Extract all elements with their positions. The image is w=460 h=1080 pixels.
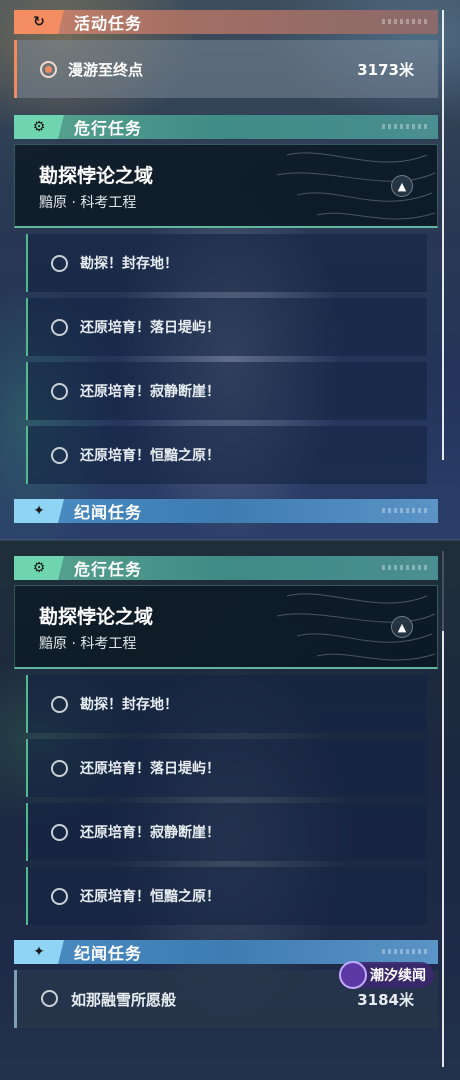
section-title: 危行任务 (74, 560, 143, 579)
scrollbar-thumb[interactable] (442, 631, 444, 1067)
subtask-row[interactable]: 还原培育！恒黯之原！ (26, 426, 427, 484)
header-decoration (382, 949, 430, 954)
scrollbar-thumb[interactable] (442, 10, 444, 460)
subtask-row[interactable]: 还原培育！落日堤屿！ (26, 298, 427, 356)
subtask-label: 还原培育！落日堤屿！ (80, 761, 220, 777)
refresh-icon: ↻ (14, 10, 64, 34)
subtask-ring-icon (51, 446, 68, 464)
danger-mission-card[interactable]: 勘探悖论之域 黯原 · 科考工程 ▲ (14, 585, 438, 669)
quest-distance: 3173米 (357, 60, 414, 79)
quest-distance: 3184米 (357, 991, 414, 1009)
mission-title: 勘探悖论之域 (39, 606, 154, 628)
mission-subtitle: 黯原 · 科考工程 (39, 636, 137, 652)
danger-mission-card[interactable]: 勘探悖论之域 黯原 · 科考工程 ▲ (14, 144, 438, 228)
subtask-label: 还原培育！寂静断崖！ (80, 825, 220, 841)
subtask-ring-icon (51, 254, 68, 272)
section-title: 纪闻任务 (74, 944, 143, 963)
gear-eye-icon: ⚙ (14, 115, 64, 139)
subtask-ring-icon (51, 823, 68, 841)
chronicle-quests-header[interactable]: ✦ 纪闻任务 (14, 940, 438, 964)
subtask-label: 还原培育！恒黯之原！ (80, 448, 220, 464)
tracked-radio-icon[interactable] (40, 60, 57, 78)
subtask-ring-icon (51, 695, 68, 713)
scrollbar-track[interactable] (442, 551, 444, 1067)
active-quests-header[interactable]: ↻ 活动任务 (14, 10, 438, 34)
quest-name: 漫游至终点 (68, 60, 144, 79)
subtask-row[interactable]: 还原培育！寂静断崖！ (26, 362, 427, 420)
header-decoration (382, 565, 430, 570)
subtask-ring-icon (51, 382, 68, 400)
track-pin-icon[interactable]: ▲ (391, 616, 413, 638)
subtask-label: 勘探！封存地！ (80, 697, 178, 713)
quest-ring-icon[interactable] (41, 990, 58, 1007)
section-title: 活动任务 (74, 14, 143, 33)
quest-name: 如那融雪所愿般 (71, 991, 177, 1009)
subtask-label: 还原培育！落日堤屿！ (80, 320, 220, 336)
header-decoration (382, 19, 430, 24)
scrollbar-track[interactable] (442, 10, 444, 460)
header-decoration (382, 124, 430, 129)
gear-eye-icon: ⚙ (14, 556, 64, 580)
watermark-text: 潮汐续闻 (370, 968, 426, 984)
active-quest-row[interactable]: 漫游至终点 3173米 (14, 40, 438, 98)
subtask-row[interactable]: 还原培育！寂静断崖！ (26, 803, 427, 861)
watermark-logo-icon (339, 961, 367, 989)
subtask-row[interactable]: 还原培育！落日堤屿！ (26, 739, 427, 797)
danger-quests-header[interactable]: ⚙ 危行任务 (14, 115, 438, 139)
mission-title: 勘探悖论之域 (39, 165, 154, 187)
sparkle-icon: ✦ (14, 499, 64, 523)
subtask-ring-icon (51, 887, 68, 905)
sparkle-icon: ✦ (14, 940, 64, 964)
subtask-label: 还原培育！寂静断崖！ (80, 384, 220, 400)
subtask-label: 勘探！封存地！ (80, 256, 178, 272)
quest-accent-bar (14, 40, 17, 98)
danger-quests-header[interactable]: ⚙ 危行任务 (14, 556, 438, 580)
track-pin-icon[interactable]: ▲ (391, 175, 413, 197)
subtask-ring-icon (51, 759, 68, 777)
subtask-label: 还原培育！恒黯之原！ (80, 889, 220, 905)
chronicle-quests-header[interactable]: ✦ 纪闻任务 (14, 499, 438, 523)
watermark-badge: 潮汐续闻 (339, 961, 434, 989)
header-decoration (382, 508, 430, 513)
subtask-ring-icon (51, 318, 68, 336)
subtask-row[interactable]: 还原培育！恒黯之原！ (26, 867, 427, 925)
subtask-row[interactable]: 勘探！封存地！ (26, 234, 427, 292)
screenshot-divider (0, 539, 460, 541)
section-title: 纪闻任务 (74, 503, 143, 522)
subtask-row[interactable]: 勘探！封存地！ (26, 675, 427, 733)
section-title: 危行任务 (74, 119, 143, 138)
mission-subtitle: 黯原 · 科考工程 (39, 195, 137, 211)
